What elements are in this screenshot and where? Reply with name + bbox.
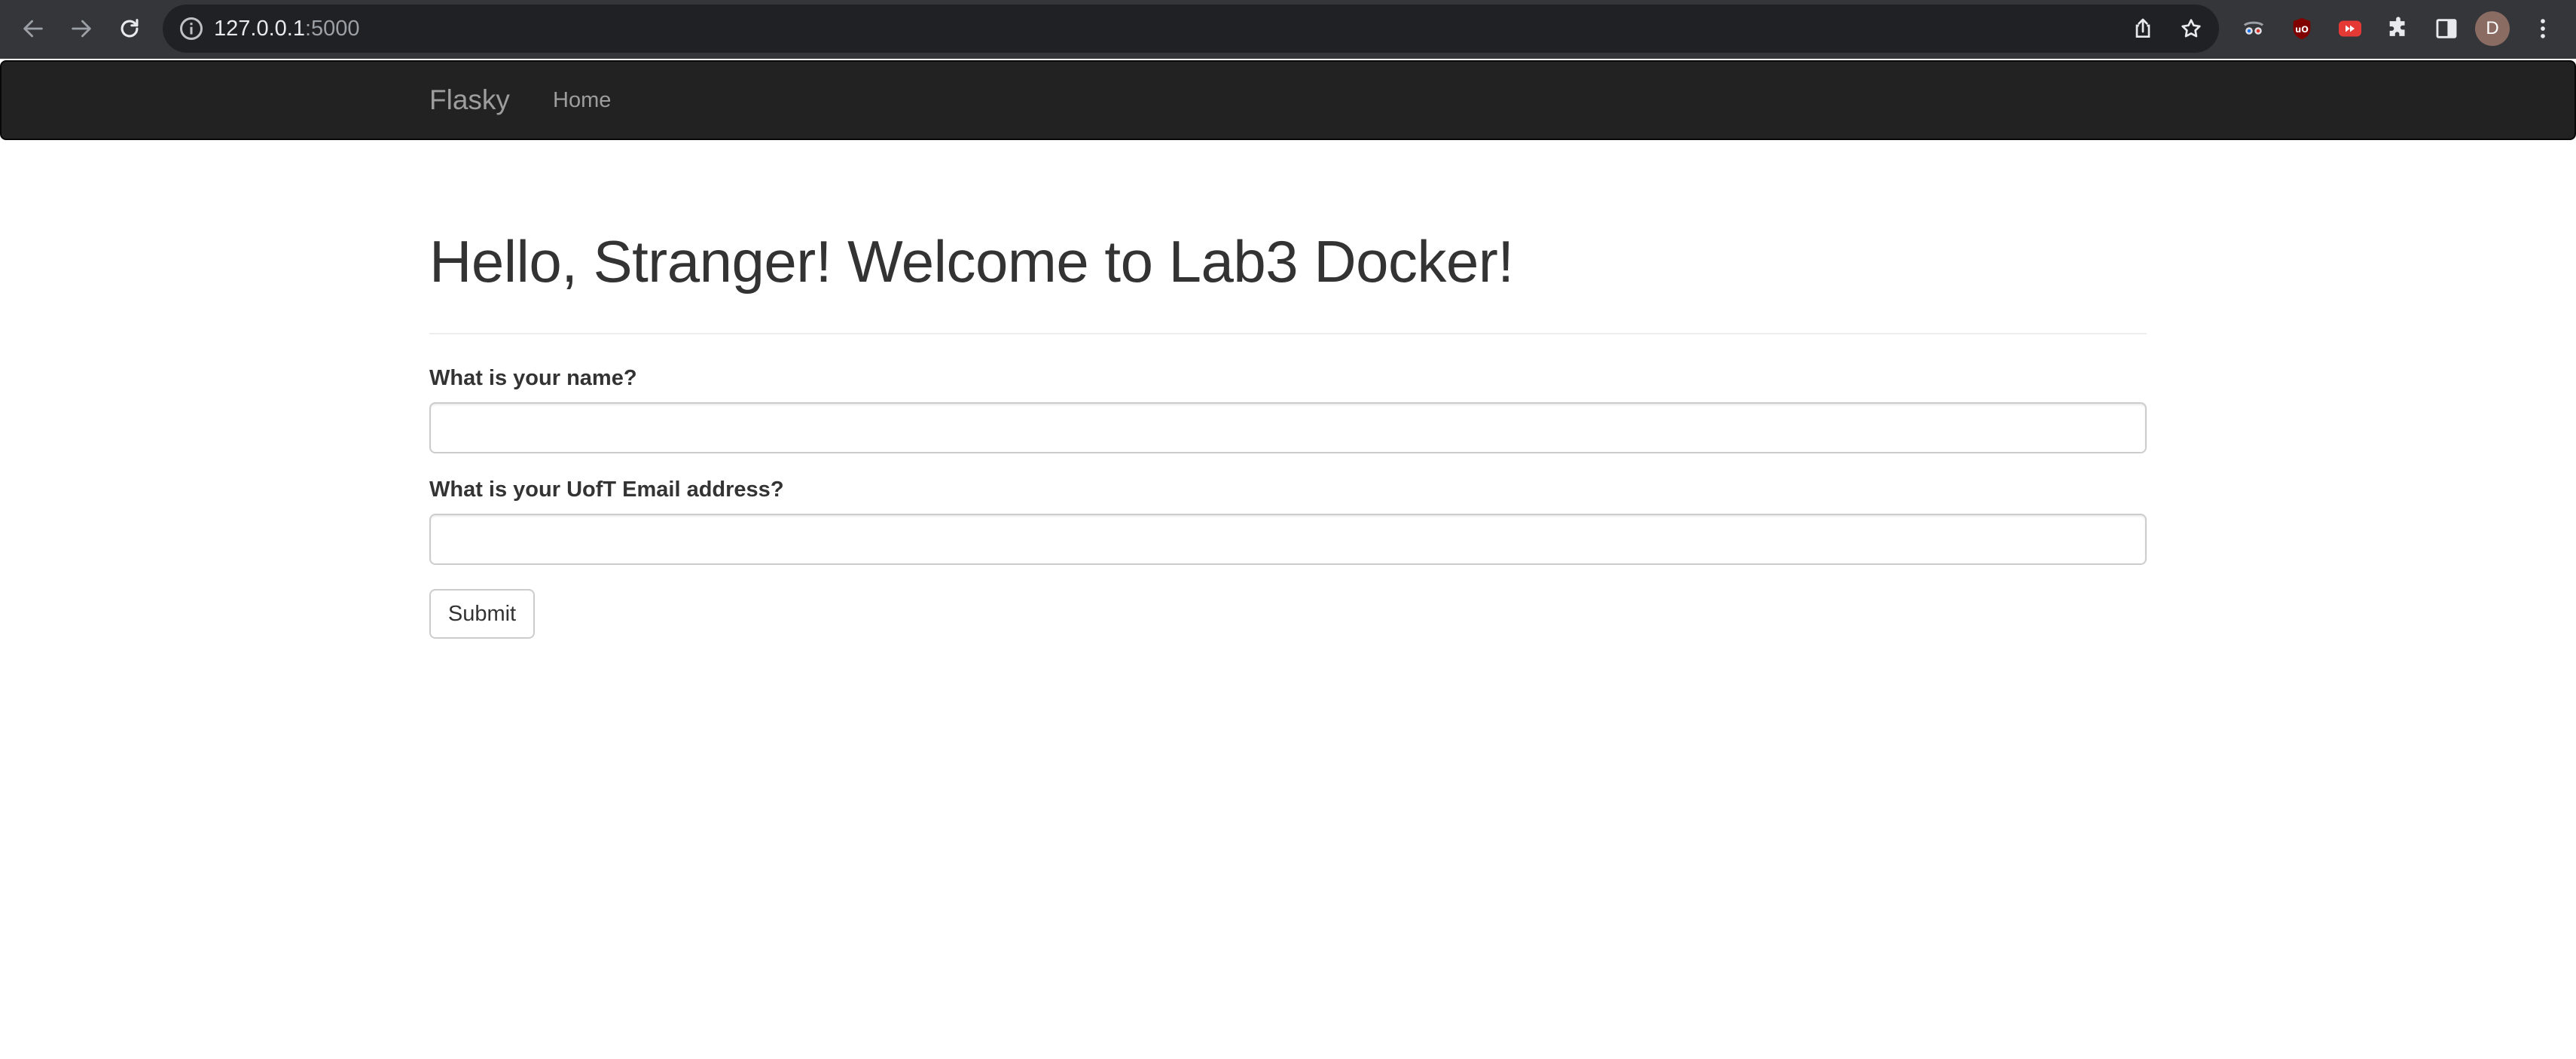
address-bar[interactable]: 127.0.0.1:5000 xyxy=(163,5,2219,53)
profile-avatar[interactable]: D xyxy=(2475,11,2510,46)
ublock-origin-icon: uO xyxy=(2293,17,2311,40)
puzzle-icon xyxy=(2389,17,2405,36)
red-play-extension-icon xyxy=(2339,20,2361,37)
url-port: :5000 xyxy=(304,17,360,41)
reload-icon xyxy=(121,19,139,38)
forward-button[interactable] xyxy=(63,11,99,47)
email-label: What is your UofT Email address? xyxy=(429,478,784,502)
browser-menu-button[interactable] xyxy=(2526,12,2559,45)
name-label: What is your name? xyxy=(429,366,637,390)
spy-extension-button[interactable] xyxy=(2237,12,2270,45)
back-button[interactable] xyxy=(15,11,51,47)
bookmark-button[interactable] xyxy=(2177,14,2205,43)
arrow-right-icon xyxy=(72,20,91,38)
star-icon xyxy=(2181,19,2201,38)
page-title: Hello, Stranger! Welcome to Lab3 Docker! xyxy=(429,228,1514,295)
submit-button[interactable]: Submit xyxy=(429,589,535,639)
site-navbar: Flasky Home xyxy=(0,60,2576,140)
kebab-menu-icon xyxy=(2541,19,2545,38)
share-button[interactable] xyxy=(2129,14,2157,43)
email-input[interactable] xyxy=(429,514,2147,565)
red-play-extension-button[interactable] xyxy=(2333,12,2367,45)
spy-glasses-extension-icon xyxy=(2243,21,2264,35)
url-text[interactable]: 127.0.0.1:5000 xyxy=(214,5,360,53)
extensions-button[interactable] xyxy=(2382,12,2415,45)
name-input[interactable] xyxy=(429,402,2147,453)
nav-link-home[interactable]: Home xyxy=(553,62,611,139)
ublock-extension-button[interactable]: uO xyxy=(2285,12,2318,45)
share-icon xyxy=(2135,18,2150,38)
side-panel-button[interactable] xyxy=(2430,12,2463,45)
svg-text:uO: uO xyxy=(2295,24,2309,35)
reload-button[interactable] xyxy=(111,11,148,47)
arrow-left-icon xyxy=(23,20,43,38)
browser-toolbar: 127.0.0.1:5000 uO D xyxy=(0,0,2576,59)
side-panel-icon xyxy=(2436,19,2457,38)
page-header: Hello, Stranger! Welcome to Lab3 Docker! xyxy=(429,220,2147,334)
info-circle-icon[interactable] xyxy=(178,15,205,42)
navbar-brand[interactable]: Flasky xyxy=(429,62,510,139)
url-host: 127.0.0.1 xyxy=(214,17,305,41)
